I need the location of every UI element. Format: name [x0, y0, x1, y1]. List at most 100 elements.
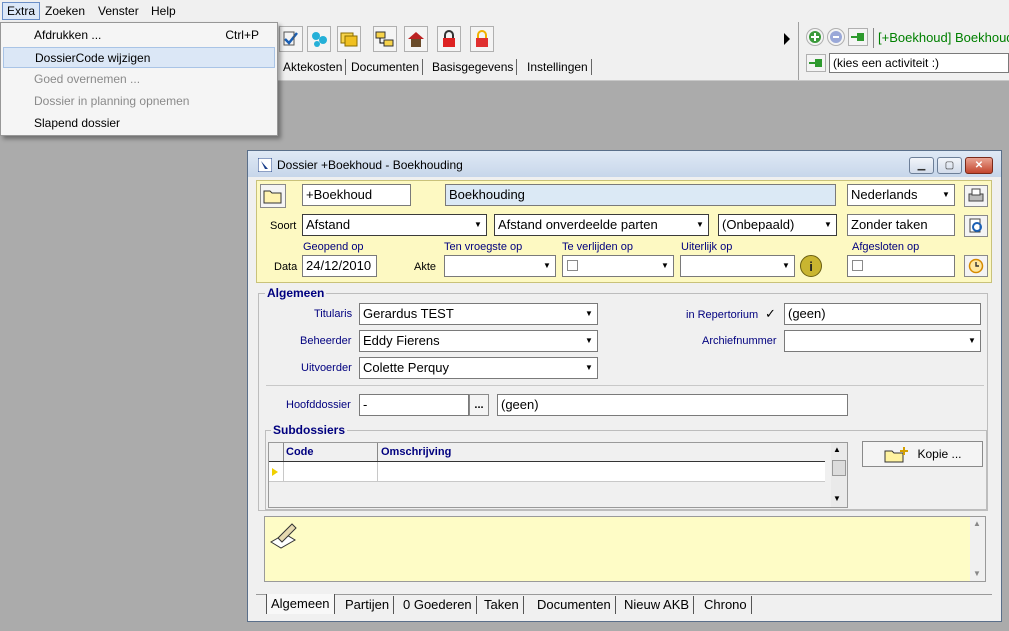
close-icon[interactable]: ✕ — [965, 157, 993, 174]
open-folder-icon[interactable] — [260, 184, 286, 208]
notes-textarea[interactable] — [264, 516, 986, 582]
tab-basisgegevens[interactable]: Basisgegevens — [430, 59, 518, 75]
tab-documenten[interactable]: Documenten — [349, 59, 424, 75]
chevron-down-icon[interactable]: ▼ — [657, 256, 673, 276]
te-verlijden-select[interactable]: ▼ — [562, 255, 674, 277]
notes-scroll-down-icon[interactable]: ▼ — [973, 569, 981, 578]
chevron-down-icon[interactable]: ▼ — [778, 256, 794, 276]
menu-venster[interactable]: Venster — [94, 3, 143, 19]
titularis-select[interactable]: Gerardus TEST ▼ — [359, 303, 598, 325]
toolbar-divider — [798, 22, 799, 80]
scroll-down-icon[interactable]: ▼ — [833, 494, 841, 503]
menu-item-goed-overnemen[interactable]: Goed overnemen ... — [3, 69, 275, 90]
activity-select[interactable]: (kies een activiteit :) — [829, 53, 1009, 73]
separator — [266, 385, 984, 386]
chevron-down-icon[interactable]: ▼ — [581, 358, 597, 378]
chevron-down-icon[interactable]: ▼ — [581, 304, 597, 324]
menu-bar: Extra Zoeken Venster Help — [0, 0, 1009, 23]
chevron-down-icon[interactable]: ▼ — [692, 215, 708, 235]
chevron-down-icon[interactable]: ▼ — [938, 185, 954, 205]
lock-icon[interactable] — [470, 26, 494, 52]
toolbar-scroll-arrow-icon[interactable] — [781, 26, 793, 52]
clock-icon[interactable] — [964, 255, 988, 277]
hoofddossier-browse-button[interactable]: ... — [469, 394, 489, 416]
folder-tree-icon[interactable] — [373, 26, 397, 52]
hoofddossier-label: Hoofddossier — [286, 399, 351, 411]
taken-field[interactable]: Zonder taken — [847, 214, 955, 236]
tab-chrono[interactable]: Chrono — [700, 596, 752, 614]
app-icon — [257, 157, 273, 173]
archiefnummer-select[interactable]: ▼ — [784, 330, 981, 352]
tab-partijen[interactable]: Partijen — [341, 596, 395, 614]
table-row[interactable] — [269, 462, 825, 482]
uiterlijk-select[interactable]: ▼ — [680, 255, 795, 277]
column-header-code[interactable]: Code — [283, 443, 380, 461]
chevron-down-icon[interactable]: ▼ — [581, 331, 597, 351]
menu-help[interactable]: Help — [147, 3, 180, 19]
menu-item-dossiercode-wijzigen[interactable]: DossierCode wijzigen — [3, 47, 275, 68]
language-select[interactable]: Nederlands ▼ — [847, 184, 955, 206]
soort-select[interactable]: Afstand ▼ — [302, 214, 487, 236]
printer-icon[interactable] — [964, 185, 988, 207]
menu-item-dossier-in-planning[interactable]: Dossier in planning opnemen — [3, 91, 275, 112]
soort-value: Afstand — [306, 217, 351, 232]
add-icon[interactable] — [806, 28, 824, 46]
chevron-down-icon[interactable]: ▼ — [539, 256, 555, 276]
activity-pin-icon[interactable] — [806, 54, 826, 72]
repertorium-checkbox[interactable]: ✓ — [765, 307, 779, 321]
menu-item-afdrukken[interactable]: Afdrukken ... Ctrl+P — [3, 25, 275, 46]
chevron-down-icon[interactable]: ▼ — [470, 215, 486, 235]
beheerder-select[interactable]: Eddy Fierens ▼ — [359, 330, 598, 352]
onbepaald-value: (Onbepaald) — [722, 217, 795, 232]
molecules-icon[interactable] — [307, 26, 331, 52]
afgesloten-checkbox[interactable] — [852, 260, 863, 271]
geopend-date-field[interactable]: 24/12/2010 — [302, 255, 377, 277]
search-document-icon[interactable] — [964, 215, 988, 237]
scroll-thumb[interactable] — [832, 460, 846, 476]
tab-documenten[interactable]: Documenten — [533, 596, 616, 614]
titularis-label: Titularis — [314, 308, 353, 320]
active-dossier-label[interactable]: [+Boekhoud] Boekhoud — [873, 28, 1009, 48]
menu-zoeken[interactable]: Zoeken — [41, 3, 89, 19]
navigate-icon[interactable] — [827, 28, 845, 46]
tab-instellingen[interactable]: Instellingen — [525, 59, 592, 75]
menu-item-label: DossierCode wijzigen — [35, 51, 151, 65]
uitvoerder-select[interactable]: Colette Perquy ▼ — [359, 357, 598, 379]
ten-vroegste-select[interactable]: ▼ — [444, 255, 556, 277]
menu-extra[interactable]: Extra — [2, 2, 41, 20]
column-header-omschrijving[interactable]: Omschrijving — [377, 443, 827, 461]
ten-vroegste-label: Ten vroegste op — [444, 241, 523, 253]
dossier-description-field[interactable]: Boekhouding — [445, 184, 836, 206]
dossier-code-field[interactable]: +Boekhoud — [302, 184, 411, 206]
scroll-up-icon[interactable]: ▲ — [833, 445, 841, 454]
tab-goederen[interactable]: 0 Goederen — [399, 596, 477, 614]
chevron-down-icon[interactable]: ▼ — [964, 331, 980, 351]
menu-item-slapend-dossier[interactable]: Slapend dossier — [3, 113, 275, 134]
uitvoerder-value: Colette Perquy — [363, 360, 449, 375]
uitvoerder-label: Uitvoerder — [301, 362, 352, 374]
repertorium-field[interactable]: (geen) — [784, 303, 981, 325]
house-icon[interactable] — [404, 26, 428, 52]
te-verlijden-checkbox[interactable] — [567, 260, 578, 271]
pin-icon[interactable] — [848, 28, 868, 46]
hoofddossier-field[interactable]: - — [359, 394, 469, 416]
maximize-icon[interactable]: ▢ — [937, 157, 962, 174]
minimize-icon[interactable]: ▁ — [909, 157, 934, 174]
folders-icon[interactable] — [337, 26, 361, 52]
tab-algemeen[interactable]: Algemeen — [266, 594, 335, 614]
tab-aktekosten[interactable]: Aktekosten — [281, 59, 347, 75]
tab-taken[interactable]: Taken — [480, 596, 524, 614]
lock-key-icon[interactable] — [437, 26, 461, 52]
tab-nieuw-akb[interactable]: Nieuw AKB — [620, 596, 695, 614]
check-doc-icon[interactable] — [279, 26, 303, 52]
kopie-button[interactable]: Kopie ... — [862, 441, 983, 467]
row-pointer-icon — [271, 466, 281, 476]
afgesloten-field[interactable] — [847, 255, 955, 277]
soort-detail-value: Afstand onverdeelde parten — [498, 217, 658, 232]
notes-scroll-up-icon[interactable]: ▲ — [973, 519, 981, 528]
soort-detail-select[interactable]: Afstand onverdeelde parten ▼ — [494, 214, 709, 236]
onbepaald-select[interactable]: (Onbepaald) ▼ — [718, 214, 837, 236]
chevron-down-icon[interactable]: ▼ — [820, 215, 836, 235]
info-icon[interactable]: i — [800, 255, 822, 277]
hoofddossier-description-field[interactable]: (geen) — [497, 394, 848, 416]
